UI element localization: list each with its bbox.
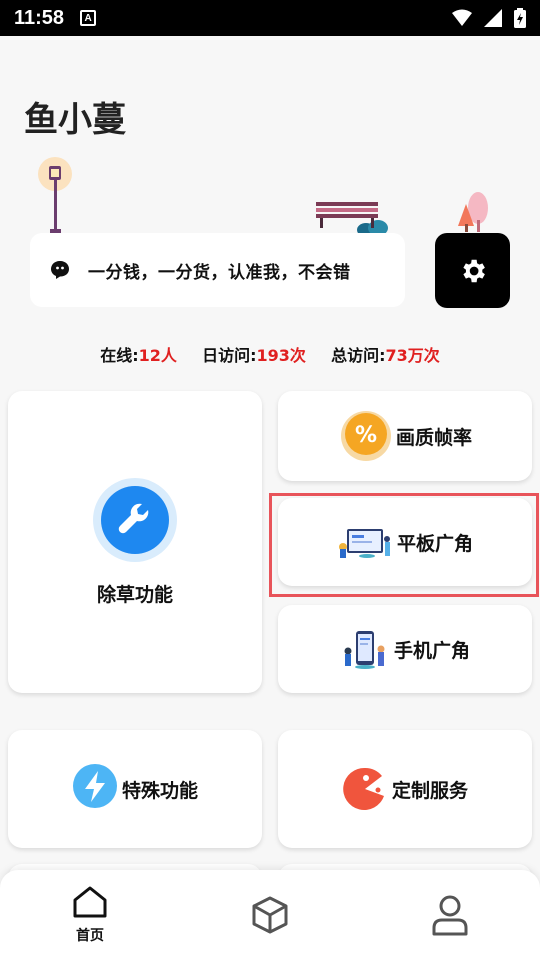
- nav-home-label: 首页: [76, 928, 104, 944]
- svg-text:%: %: [355, 423, 377, 448]
- status-bar: 11:58 A: [0, 0, 540, 36]
- quality-feature-card[interactable]: % 画质帧率: [278, 391, 532, 481]
- status-notification-icon: A: [80, 10, 97, 26]
- phone-label: 手机广角: [393, 639, 470, 662]
- bench-illustration: [316, 202, 378, 228]
- cube-icon: [252, 896, 288, 934]
- weeding-feature-card[interactable]: 除草功能: [8, 391, 262, 693]
- settings-button[interactable]: [435, 233, 510, 308]
- online-value: 12人: [138, 346, 177, 365]
- street-lamp-illustration: [38, 157, 72, 233]
- signal-icon: [484, 9, 502, 27]
- nav-profile[interactable]: [360, 870, 540, 960]
- gear-icon: [462, 259, 485, 282]
- daily-visits-label: 日访问:: [202, 346, 257, 365]
- phone-feature-card[interactable]: 手机广角: [278, 605, 532, 693]
- status-time: 11:58: [14, 6, 65, 29]
- online-label: 在线:: [100, 346, 139, 365]
- phone-illustration-icon: [344, 631, 385, 669]
- percent-icon: %: [340, 411, 391, 461]
- wrench-icon: [93, 477, 177, 562]
- custom-service-label: 定制服务: [391, 779, 468, 802]
- custom-service-card[interactable]: 定制服务: [278, 730, 532, 848]
- visit-stats: 在线:12人 日访问:193次 总访问:73万次: [0, 342, 540, 366]
- bottom-navigation: 首页: [0, 870, 540, 960]
- nav-home[interactable]: 首页: [0, 870, 180, 960]
- daily-visits-value: 193次: [256, 346, 306, 365]
- chat-bubble-icon: [51, 261, 69, 279]
- trees-illustration: [458, 192, 488, 232]
- notice-text: 一分钱，一分货，认准我，不会错: [88, 262, 351, 283]
- total-visits-label: 总访问:: [331, 346, 386, 365]
- app-title: 鱼小蔓: [24, 100, 126, 140]
- notice-banner: 一分钱，一分货，认准我，不会错: [30, 233, 405, 307]
- special-feature-card[interactable]: 特殊功能: [8, 730, 262, 848]
- lightning-icon: [72, 764, 117, 808]
- battery-icon: [514, 8, 526, 28]
- quality-label: 画质帧率: [395, 426, 472, 449]
- nav-cube[interactable]: [180, 870, 360, 960]
- total-visits-value: 73万次: [385, 346, 440, 365]
- pacman-icon: [343, 767, 384, 810]
- weeding-label: 除草功能: [96, 583, 173, 606]
- home-icon: [73, 886, 107, 918]
- user-icon: [432, 895, 468, 936]
- wifi-icon: [452, 9, 472, 26]
- special-label: 特殊功能: [121, 779, 198, 802]
- selection-highlight: [269, 493, 539, 597]
